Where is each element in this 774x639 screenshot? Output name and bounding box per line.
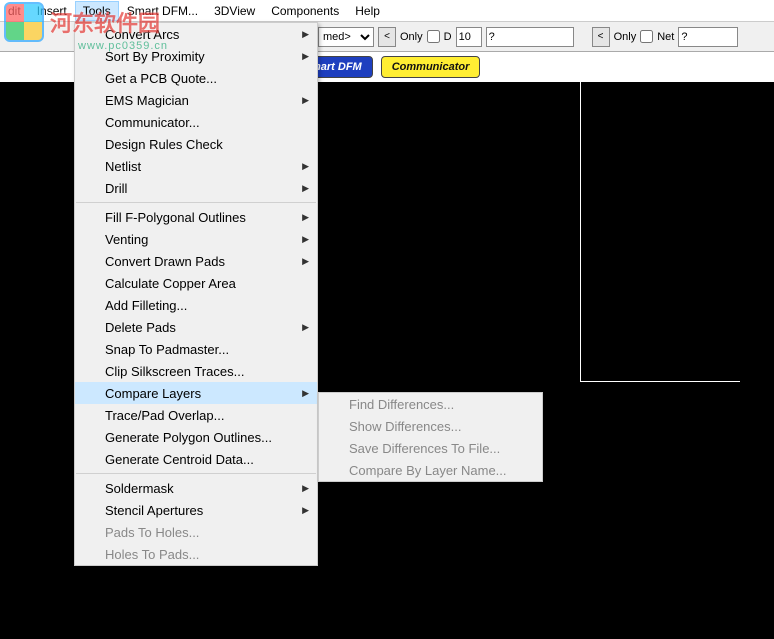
menuitem-delete-pads[interactable]: Delete Pads ▶ [75, 316, 317, 338]
submenu-arrow-icon: ▶ [302, 29, 309, 40]
q1-input[interactable] [486, 27, 574, 47]
menuitem-stencil-apertures[interactable]: Stencil Apertures ▶ [75, 499, 317, 521]
menuitem-label: Get a PCB Quote... [105, 71, 217, 86]
submenuitem-label: Compare By Layer Name... [349, 463, 507, 478]
menuitem-fill-f-polygonal-outlines[interactable]: Fill F-Polygonal Outlines ▶ [75, 206, 317, 228]
menu-help[interactable]: Help [347, 1, 388, 21]
submenu-arrow-icon: ▶ [302, 183, 309, 194]
menuitem-drill[interactable]: Drill ▶ [75, 177, 317, 199]
only-label-2: Only [614, 31, 637, 43]
menuitem-convert-arcs[interactable]: Convert Arcs ▶ [75, 23, 317, 45]
menuitem-ems-magician[interactable]: EMS Magician ▶ [75, 89, 317, 111]
menuitem-label: Convert Drawn Pads [105, 254, 225, 269]
communicator-button[interactable]: Communicator [381, 56, 481, 78]
menu-3dview[interactable]: 3DView [206, 1, 263, 21]
menuitem-label: Venting [105, 232, 148, 247]
menuitem-label: Generate Polygon Outlines... [105, 430, 272, 445]
menuitem-label: Convert Arcs [105, 27, 179, 42]
submenuitem-save-differences-to-file[interactable]: Save Differences To File... [319, 437, 542, 459]
submenu-arrow-icon: ▶ [302, 388, 309, 399]
menuitem-holes-to-pads: Holes To Pads... [75, 543, 317, 565]
submenu-arrow-icon: ▶ [302, 505, 309, 516]
q2-input[interactable] [678, 27, 738, 47]
menuitem-label: Fill F-Polygonal Outlines [105, 210, 246, 225]
submenuitem-find-differences[interactable]: Find Differences... [319, 393, 542, 415]
submenuitem-label: Show Differences... [349, 419, 461, 434]
menuitem-label: Netlist [105, 159, 141, 174]
combo-med[interactable]: med> [318, 27, 374, 47]
submenu-arrow-icon: ▶ [302, 256, 309, 267]
menuitem-label: Design Rules Check [105, 137, 223, 152]
submenuitem-label: Save Differences To File... [349, 441, 500, 456]
menuitem-clip-silkscreen-traces[interactable]: Clip Silkscreen Traces... [75, 360, 317, 382]
menu-tools[interactable]: Tools [75, 1, 119, 21]
menuitem-label: Stencil Apertures [105, 503, 203, 518]
only-checkbox-2[interactable] [640, 30, 653, 43]
menuitem-label: Soldermask [105, 481, 174, 496]
menuitem-compare-layers[interactable]: Compare Layers ▶ [75, 382, 317, 404]
menuitem-communicator[interactable]: Communicator... [75, 111, 317, 133]
menuitem-snap-to-padmaster[interactable]: Snap To Padmaster... [75, 338, 317, 360]
menuitem-label: Communicator... [105, 115, 200, 130]
nav-left-icon[interactable]: < [378, 27, 396, 47]
menu-insert[interactable]: Insert [29, 1, 75, 21]
menuitem-generate-polygon-outlines[interactable]: Generate Polygon Outlines... [75, 426, 317, 448]
submenu-arrow-icon: ▶ [302, 161, 309, 172]
menu-smartdfm[interactable]: Smart DFM... [119, 1, 206, 21]
nav-left2-icon[interactable]: < [592, 27, 610, 47]
only-checkbox-1[interactable] [427, 30, 440, 43]
menuitem-venting[interactable]: Venting ▶ [75, 228, 317, 250]
menuitem-netlist[interactable]: Netlist ▶ [75, 155, 317, 177]
submenuitem-show-differences[interactable]: Show Differences... [319, 415, 542, 437]
menuitem-label: Sort By Proximity [105, 49, 205, 64]
submenu-arrow-icon: ▶ [302, 322, 309, 333]
menuitem-generate-centroid-data[interactable]: Generate Centroid Data... [75, 448, 317, 470]
menuitem-trace-pad-overlap[interactable]: Trace/Pad Overlap... [75, 404, 317, 426]
compare-layers-submenu: Find Differences... Show Differences... Sa… [318, 392, 543, 482]
menuitem-pads-to-holes: Pads To Holes... [75, 521, 317, 543]
submenu-arrow-icon: ▶ [302, 51, 309, 62]
menuitem-label: Add Filleting... [105, 298, 187, 313]
main-menubar: ditInsertToolsSmart DFM...3DViewComponen… [0, 0, 774, 22]
menuitem-label: Calculate Copper Area [105, 276, 236, 291]
menuitem-label: Holes To Pads... [105, 547, 199, 562]
menuitem-get-a-pcb-quote[interactable]: Get a PCB Quote... [75, 67, 317, 89]
submenu-arrow-icon: ▶ [302, 483, 309, 494]
submenuitem-label: Find Differences... [349, 397, 454, 412]
menuitem-label: Pads To Holes... [105, 525, 199, 540]
menuitem-design-rules-check[interactable]: Design Rules Check [75, 133, 317, 155]
d-value-input[interactable] [456, 27, 482, 47]
menu-separator [76, 473, 316, 474]
menuitem-label: Snap To Padmaster... [105, 342, 229, 357]
menuitem-soldermask[interactable]: Soldermask ▶ [75, 477, 317, 499]
menuitem-add-filleting[interactable]: Add Filleting... [75, 294, 317, 316]
menuitem-label: Drill [105, 181, 127, 196]
submenuitem-compare-by-layer-name[interactable]: Compare By Layer Name... [319, 459, 542, 481]
canvas-outline [580, 82, 740, 382]
menuitem-convert-drawn-pads[interactable]: Convert Drawn Pads ▶ [75, 250, 317, 272]
menuitem-label: Generate Centroid Data... [105, 452, 254, 467]
menuitem-label: Compare Layers [105, 386, 201, 401]
d-label: D [444, 31, 452, 43]
menu-components[interactable]: Components [263, 1, 347, 21]
menuitem-label: Clip Silkscreen Traces... [105, 364, 244, 379]
menuitem-label: Trace/Pad Overlap... [105, 408, 224, 423]
menu-dit[interactable]: dit [0, 1, 29, 21]
submenu-arrow-icon: ▶ [302, 234, 309, 245]
submenu-arrow-icon: ▶ [302, 212, 309, 223]
menuitem-sort-by-proximity[interactable]: Sort By Proximity ▶ [75, 45, 317, 67]
menuitem-label: EMS Magician [105, 93, 189, 108]
net-label: Net [657, 31, 674, 43]
only-label-1: Only [400, 31, 423, 43]
menu-separator [76, 202, 316, 203]
menuitem-calculate-copper-area[interactable]: Calculate Copper Area [75, 272, 317, 294]
tools-menu-dropdown: Convert Arcs ▶ Sort By Proximity ▶ Get a PCB… [74, 22, 318, 566]
menuitem-label: Delete Pads [105, 320, 176, 335]
submenu-arrow-icon: ▶ [302, 95, 309, 106]
